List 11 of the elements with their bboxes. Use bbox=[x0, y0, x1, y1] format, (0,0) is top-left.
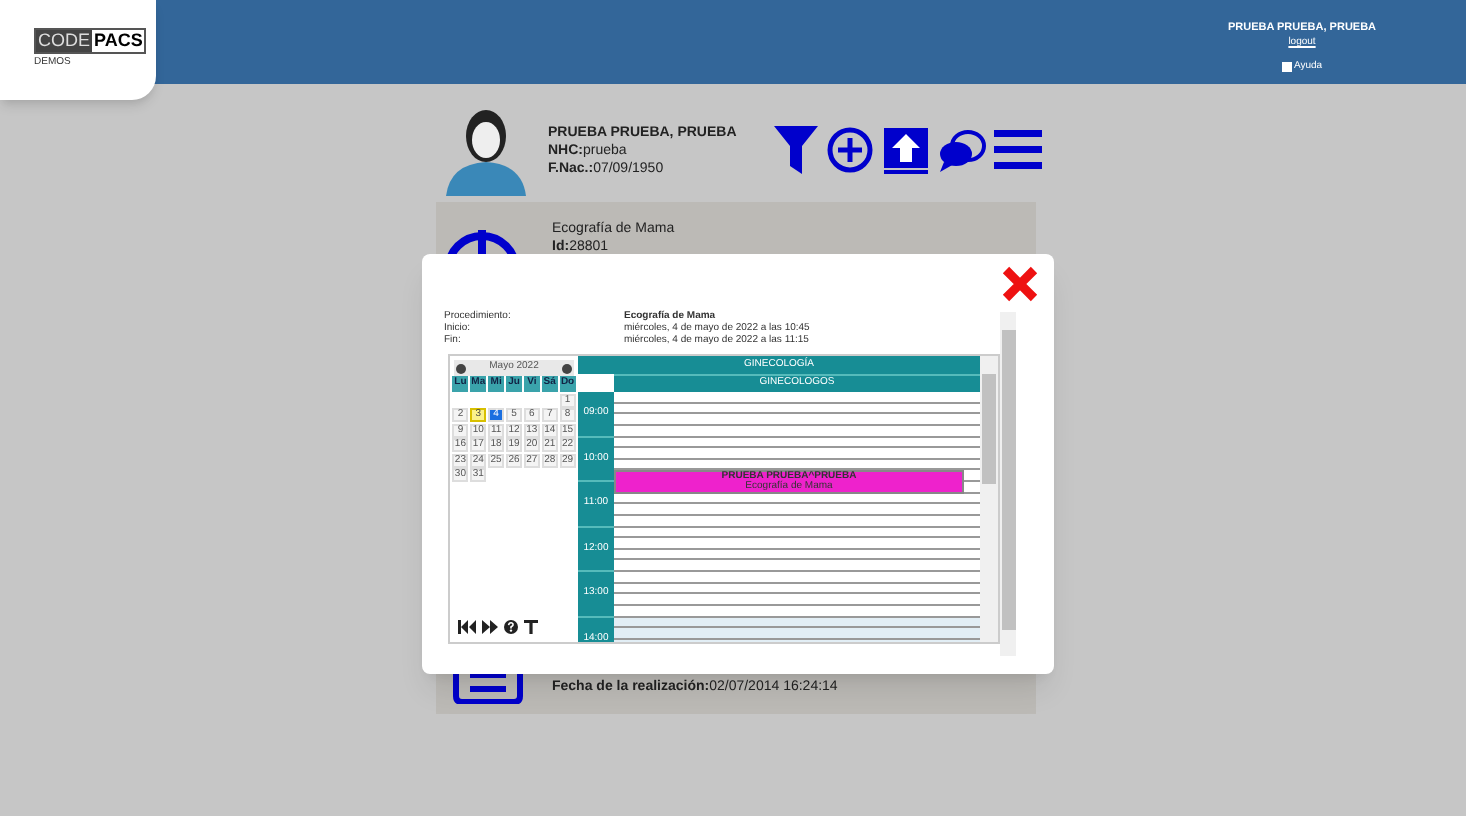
scrollbar[interactable] bbox=[1000, 312, 1016, 656]
menu-icon[interactable] bbox=[994, 128, 1042, 172]
scrollbar[interactable] bbox=[980, 356, 998, 642]
chat-bubbles-icon[interactable] bbox=[938, 128, 986, 172]
skip-back-icon[interactable] bbox=[458, 620, 476, 634]
avatar-icon bbox=[442, 104, 530, 196]
plus-circle-icon[interactable] bbox=[826, 126, 874, 174]
close-icon[interactable] bbox=[1002, 266, 1038, 302]
upload-icon[interactable] bbox=[882, 126, 930, 174]
fast-forward-icon[interactable] bbox=[482, 620, 498, 634]
logo: CODE PACS bbox=[34, 28, 147, 55]
